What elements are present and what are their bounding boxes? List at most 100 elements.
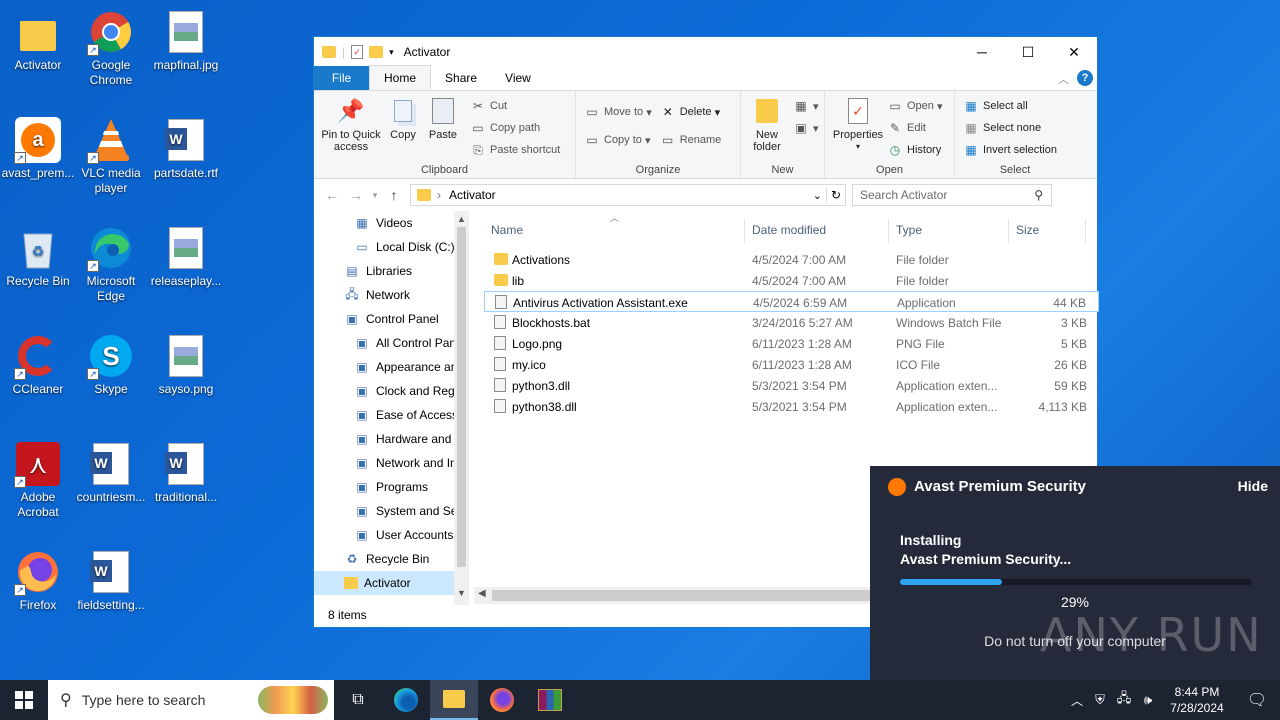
desktop-icon-partsdate[interactable]: W partsdate.rtf: [148, 116, 224, 181]
rename-button[interactable]: ▭ Rename: [660, 129, 721, 151]
collapse-ribbon-icon[interactable]: ︿: [1058, 71, 1069, 87]
file-row[interactable]: lib 4/5/2024 7:00 AM File folder: [484, 270, 1099, 291]
properties-button[interactable]: ✓ Properties ▾: [829, 95, 887, 161]
search-box[interactable]: Search Activator ⚲: [852, 184, 1052, 206]
nav-item[interactable]: ▣ Programs: [314, 475, 469, 499]
paste-shortcut-button[interactable]: ⎘ Paste shortcut: [470, 139, 560, 161]
nav-item[interactable]: ▭ Local Disk (C:): [314, 235, 469, 259]
desktop-icon-sayso[interactable]: sayso.png: [148, 332, 224, 397]
nav-item[interactable]: ▣ Network and In: [314, 451, 469, 475]
desktop-icon-countriesm[interactable]: W countriesm...: [73, 440, 149, 505]
scroll-left-icon[interactable]: ◀: [478, 588, 486, 599]
file-row[interactable]: Blockhosts.bat 3/24/2016 5:27 AM Windows B…: [484, 312, 1099, 333]
nav-item[interactable]: ▣ Control Panel: [314, 307, 469, 331]
taskbar-edge-button[interactable]: [382, 680, 430, 720]
column-date-modified[interactable]: Date modified: [752, 223, 826, 237]
recent-locations-icon[interactable]: ▾: [368, 190, 382, 201]
invert-selection-button[interactable]: ▦ Invert selection: [963, 139, 1071, 161]
nav-item[interactable]: ▣ System and Sec: [314, 499, 469, 523]
file-row[interactable]: Logo.png 6/11/2023 1:28 AM PNG File 5 KB: [484, 333, 1099, 354]
nav-item[interactable]: ▣ Appearance an: [314, 355, 469, 379]
copy-button[interactable]: Copy: [384, 95, 422, 141]
taskbar-search-box[interactable]: ⚲ Type here to search: [48, 680, 334, 720]
desktop-icon-recycle-bin[interactable]: ♻ Recycle Bin: [0, 224, 76, 289]
up-arrow-icon[interactable]: ↑: [382, 187, 406, 203]
new-item-button[interactable]: ▦ ▾: [793, 95, 818, 117]
file-row[interactable]: my.ico 6/11/2023 1:28 AM ICO File 26 KB: [484, 354, 1099, 375]
column-name[interactable]: Name: [491, 223, 523, 237]
desktop-icon-mapfinal[interactable]: mapfinal.jpg: [148, 8, 224, 73]
file-row[interactable]: Antivirus Activation Assistant.exe 4/5/20…: [484, 291, 1099, 312]
desktop-icon-edge[interactable]: ↗ Microsoft Edge: [73, 224, 149, 304]
file-row[interactable]: python3.dll 5/3/2021 3:54 PM Application e…: [484, 375, 1099, 396]
search-input[interactable]: Search Activator: [860, 188, 947, 202]
properties-quick-icon[interactable]: ✓: [351, 45, 364, 59]
forward-arrow-icon[interactable]: →: [344, 187, 368, 203]
refresh-icon[interactable]: ↻: [825, 188, 845, 202]
column-size[interactable]: Size: [1016, 223, 1039, 237]
desktop-icon-acrobat[interactable]: ⋏ ↗ Adobe Acrobat: [0, 440, 76, 520]
show-hidden-icons[interactable]: ︿: [1066, 692, 1088, 709]
tab-file[interactable]: File: [314, 66, 369, 90]
desktop-icon-traditional[interactable]: W traditional...: [148, 440, 224, 505]
desktop-icon-skype[interactable]: S ↗ Skype: [73, 332, 149, 397]
nav-item[interactable]: ▣ User Accounts: [314, 523, 469, 547]
nav-item[interactable]: ▣ Clock and Regi: [314, 379, 469, 403]
network-icon[interactable]: 🖧: [1112, 689, 1136, 711]
navigation-pane-scrollbar[interactable]: ▲ ▼: [454, 211, 469, 605]
copy-to-button[interactable]: ▭ Copy to ▾: [584, 129, 652, 151]
history-button[interactable]: ◷ History: [887, 139, 943, 161]
nav-item[interactable]: ♻ Recycle Bin: [314, 547, 469, 571]
taskbar-firefox-button[interactable]: [478, 680, 526, 720]
copy-path-button[interactable]: ▭ Copy path: [470, 117, 560, 139]
file-row[interactable]: Activations 4/5/2024 7:00 AM File folder: [484, 249, 1099, 270]
scroll-down-icon[interactable]: ▼: [454, 585, 469, 601]
nav-item[interactable]: ▣ Hardware and: [314, 427, 469, 451]
new-folder-quick-icon[interactable]: [369, 46, 384, 58]
select-none-button[interactable]: ▦ Select none: [963, 117, 1071, 139]
tab-view[interactable]: View: [491, 66, 545, 90]
desktop-icon-ccleaner[interactable]: ↗ CCleaner: [0, 332, 76, 397]
desktop-icon-vlc[interactable]: ↗ VLC media player: [73, 116, 149, 196]
task-view-button[interactable]: ⧉: [334, 680, 382, 720]
quick-access-dropdown-icon[interactable]: ▾: [389, 47, 394, 58]
easy-access-button[interactable]: ▣ ▾: [793, 117, 818, 139]
file-row[interactable]: python38.dll 5/3/2021 3:54 PM Application …: [484, 396, 1099, 417]
taskbar-winrar-button[interactable]: [526, 680, 574, 720]
pin-quick-access-button[interactable]: 📌 Pin to Quick access: [318, 95, 384, 154]
scroll-up-icon[interactable]: ▲: [454, 211, 469, 227]
desktop-icon-firefox[interactable]: ↗ Firefox: [0, 548, 76, 613]
desktop-icon-chrome[interactable]: ↗ Google Chrome: [73, 8, 149, 88]
new-folder-button[interactable]: New folder: [745, 95, 789, 153]
clock[interactable]: 8:44 PM 7/28/2024: [1160, 684, 1234, 716]
edit-button[interactable]: ✎ Edit: [887, 117, 943, 139]
back-arrow-icon[interactable]: ←: [320, 187, 344, 203]
nav-item[interactable]: Activator: [314, 571, 469, 595]
volume-icon[interactable]: 🕪: [1136, 692, 1160, 708]
nav-item[interactable]: ▦ Videos: [314, 211, 469, 235]
desktop-icon-fieldsetting[interactable]: W fieldsetting...: [73, 548, 149, 613]
tab-share[interactable]: Share: [431, 66, 491, 90]
address-dropdown-icon[interactable]: ⌄: [809, 189, 826, 202]
address-bar[interactable]: › Activator ⌄ ↻: [410, 184, 846, 206]
cut-button[interactable]: ✂ Cut: [470, 95, 560, 117]
nav-item[interactable]: 🖧 Network: [314, 283, 469, 307]
taskbar-search-input[interactable]: Type here to search: [82, 692, 206, 708]
delete-button[interactable]: ✕ Delete ▾: [660, 101, 722, 123]
taskbar-explorer-button[interactable]: [430, 680, 478, 720]
desktop-icon-releaseplay[interactable]: releaseplay...: [148, 224, 224, 289]
desktop-icon-activator[interactable]: Activator: [0, 8, 76, 73]
notification-icon[interactable]: 🗨: [1234, 690, 1280, 710]
open-button[interactable]: ▭ Open ▾: [887, 95, 942, 117]
desktop-icon-avast[interactable]: a ↗ avast_prem...: [0, 116, 76, 181]
paste-button[interactable]: Paste: [422, 95, 464, 141]
hide-button[interactable]: Hide: [1238, 478, 1268, 494]
column-type[interactable]: Type: [896, 223, 922, 237]
start-button[interactable]: [0, 680, 48, 720]
close-button[interactable]: ✕: [1051, 37, 1097, 67]
tab-home[interactable]: Home: [369, 65, 432, 90]
nav-item[interactable]: ▤ Libraries: [314, 259, 469, 283]
select-all-button[interactable]: ▦ Select all: [963, 95, 1071, 117]
nav-item[interactable]: ▣ All Control Pan: [314, 331, 469, 355]
move-to-button[interactable]: ▭ Move to ▾: [584, 101, 651, 123]
